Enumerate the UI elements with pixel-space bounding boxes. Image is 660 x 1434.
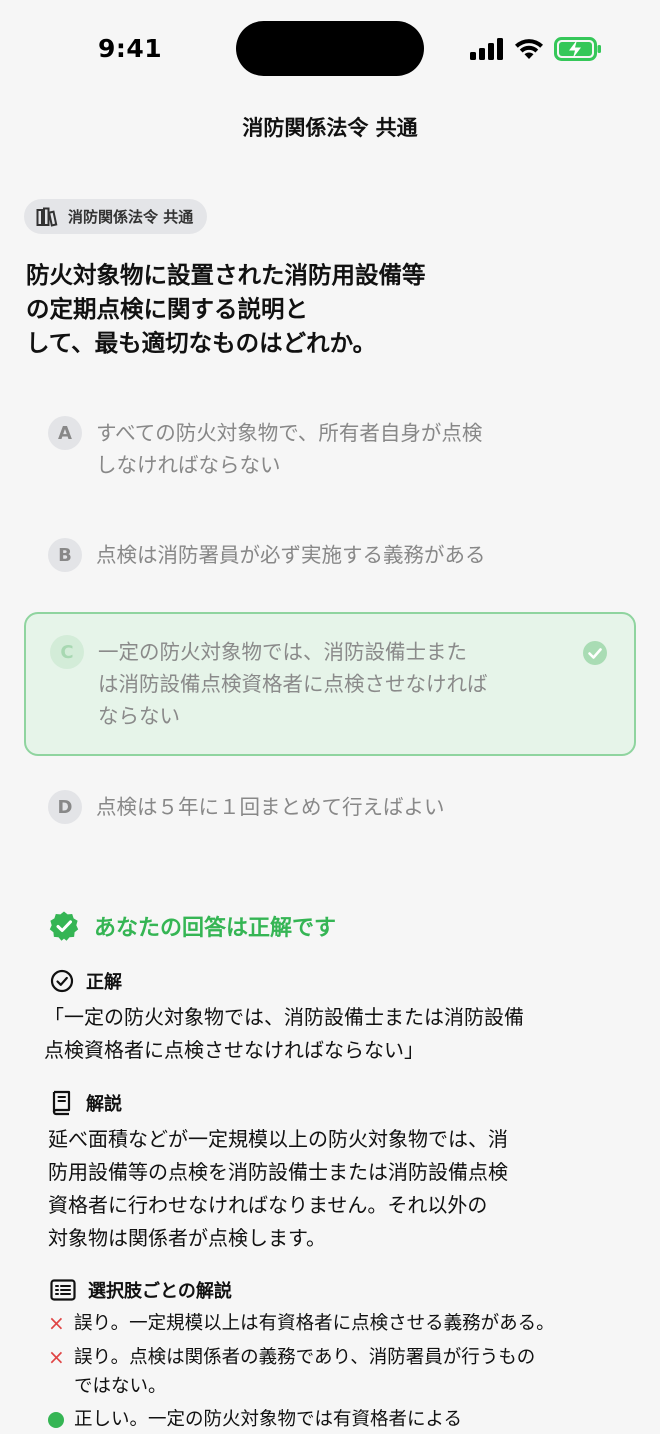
choice-letter: D: [48, 790, 82, 824]
choice-reason-text: 誤り。一定規模以上は有資格者に点検させる義務がある。: [74, 1309, 555, 1338]
choice-d[interactable]: D 点検は５年に１回まとめて行えばよい: [24, 790, 636, 824]
question-line: 防火対象物に設置された消防用設備等: [26, 261, 426, 289]
answer-text: 「一定の防火対象物では、消防設備士または消防設備 点検資格者に点検させなければな…: [44, 1001, 619, 1067]
choice-text: 一定の防火対象物では、消防設備士また は消防設備点検資格者に点検させなければ な…: [98, 636, 568, 732]
choice-a[interactable]: A すべての防火対象物で、所有者自身が点検 しなければならない: [24, 416, 636, 481]
choice-line: 一定の防火対象物では、消防設備士また: [98, 640, 467, 664]
reason-line: ではない。: [74, 1376, 167, 1397]
cellular-signal-icon: [470, 38, 503, 60]
incorrect-x-icon: ×: [48, 1311, 65, 1335]
choice-line: しなければならない: [96, 453, 281, 477]
choice-line: ならない: [98, 704, 180, 728]
choice-letter: C: [50, 635, 84, 669]
books-icon: [36, 207, 58, 227]
result-text: あなたの回答は正解です: [94, 916, 337, 941]
per-choice-section-header: 選択肢ごとの解説: [50, 1277, 232, 1303]
category-tag: 消防関係法令 共通: [24, 199, 208, 234]
status-icons: [470, 36, 602, 62]
check-circle-outline-icon: [50, 969, 74, 993]
choice-reason-item: × 誤り。一定規模以上は有資格者に点検させる義務がある。: [48, 1309, 628, 1338]
correct-check-icon: [583, 641, 607, 665]
reason-line: 誤り。点検は関係者の義務であり、消防署員が行うもの: [74, 1347, 536, 1368]
correct-dot-mark: [48, 1411, 64, 1428]
explanation-line: 防用設備等の点検を消防設備士または消防設備点検: [48, 1160, 508, 1184]
question-text: 防火対象物に設置された消防用設備等 の定期点検に関する説明と して、最も適切なも…: [26, 258, 546, 360]
choice-reason-item: × 誤り。点検は関係者の義務であり、消防署員が行うもの ではない。: [48, 1343, 628, 1401]
choice-reason-text: 誤り。点検は関係者の義務であり、消防署員が行うもの ではない。: [74, 1343, 535, 1401]
choice-letter: B: [48, 538, 82, 572]
verified-badge-icon: [49, 911, 79, 941]
choice-letter: A: [48, 416, 82, 450]
answer-line: 点検資格者に点検させなければならない」: [44, 1038, 424, 1062]
choice-line: は消防設備点検資格者に点検させなければ: [98, 672, 488, 696]
explanation-line: 対象物は関係者が点検します。: [48, 1226, 326, 1250]
choice-text: 点検は５年に１回まとめて行えばよい: [96, 791, 566, 823]
answer-line: 「一定の防火対象物では、消防設備士または消防設備: [44, 1005, 524, 1029]
wifi-icon: [515, 39, 543, 59]
reason-line: 正しい。一定の防火対象物では有資格者による: [74, 1409, 462, 1430]
correct-dot-icon: [48, 1405, 74, 1434]
choice-text: 点検は消防署員が必ず実施する義務がある: [96, 539, 566, 571]
status-time: 9:41: [98, 34, 163, 63]
choice-line: 点検は５年に１回まとめて行えばよい: [96, 795, 445, 819]
choice-reason-item: 正しい。一定の防火対象物では有資格者による: [48, 1405, 628, 1434]
choice-reason-text: 正しい。一定の防火対象物では有資格者による: [74, 1405, 462, 1434]
choice-text: すべての防火対象物で、所有者自身が点検 しなければならない: [96, 417, 566, 481]
answer-section-header: 正解: [50, 968, 122, 994]
choice-line: すべての防火対象物で、所有者自身が点検: [96, 421, 483, 445]
incorrect-x-icon: ×: [48, 1345, 65, 1369]
choice-b[interactable]: B 点検は消防署員が必ず実施する義務がある: [24, 538, 636, 572]
battery-charging-icon: [554, 37, 601, 61]
status-bar: 9:41: [0, 0, 660, 96]
category-tag-label: 消防関係法令 共通: [68, 208, 194, 226]
explanation-section-header: 解説: [50, 1090, 122, 1116]
explanation-text: 延べ面積などが一定規模以上の防火対象物では、消 防用設備等の点検を消防設備士また…: [48, 1123, 623, 1255]
question-line: して、最も適切なものはどれか。: [26, 329, 377, 357]
nav-title: 消防関係法令 共通: [242, 116, 418, 140]
answer-section-title: 正解: [86, 972, 122, 993]
explanation-line: 資格者に行わせなければなりません。それ以外の: [48, 1193, 488, 1217]
explanation-section-title: 解説: [86, 1094, 122, 1115]
choice-c[interactable]: C 一定の防火対象物では、消防設備士また は消防設備点検資格者に点検させなければ…: [24, 612, 636, 756]
explanation-line: 延べ面積などが一定規模以上の防火対象物では、消: [48, 1127, 508, 1151]
question-line: の定期点検に関する説明と: [26, 295, 308, 323]
dynamic-island: [236, 21, 424, 76]
result-banner: あなたの回答は正解です: [48, 910, 336, 942]
choice-line: 点検は消防署員が必ず実施する義務がある: [96, 543, 486, 567]
reason-line: 誤り。一定規模以上は有資格者に点検させる義務がある。: [74, 1313, 555, 1334]
per-choice-section-title: 選択肢ごとの解説: [88, 1281, 232, 1302]
book-icon: [52, 1090, 71, 1116]
list-icon: [50, 1279, 76, 1301]
